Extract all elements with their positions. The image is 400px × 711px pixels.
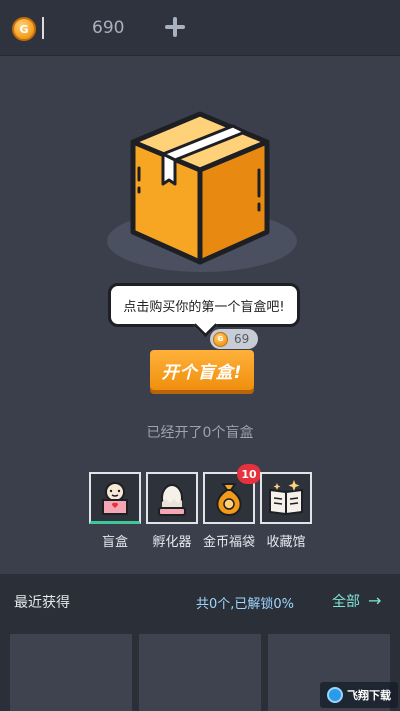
opened-count-text: 已经开了0个盲盒 [146,425,254,441]
coin-bag-icon [216,483,242,517]
top-bar: G 690 [0,0,400,56]
blind-box-doll-icon [102,481,128,515]
recent-title: 最近获得 [14,595,70,611]
coin-icon-letter: G [19,22,29,36]
category-collection[interactable]: 收藏馆 [260,472,312,550]
recent-header: 最近获得 共0个,已解锁0% 全部 → [0,574,400,626]
category-incubator[interactable]: 孵化器 [146,472,198,550]
recent-item-slot[interactable] [10,634,132,711]
category-tile [89,472,141,524]
category-coin-bag[interactable]: 10 金币福袋 [203,464,261,550]
arrow-right-icon: → [368,591,382,610]
collection-book-icon [269,480,303,516]
price-tag: G 69 [210,329,258,349]
category-blind-box[interactable]: 盲盒 [89,472,141,550]
speech-bubble: 点击购买你的第一个盲盒吧! [108,283,300,327]
view-all-link[interactable]: 全部 → [332,591,381,611]
view-all-label: 全部 [332,594,360,610]
egg-incubator-icon [158,484,186,516]
divider [42,17,44,39]
price-coin-icon: G [213,331,228,347]
watermark-logo-icon [327,687,343,703]
site-watermark: 飞翔下载 [320,682,398,708]
notification-badge: 10 [237,464,261,484]
category-tile [260,472,312,524]
category-tile: 10 [203,464,261,524]
price-value: 69 [234,332,250,346]
coin-balance: 690 [92,18,125,38]
recent-summary: 共0个,已解锁0% [196,597,295,612]
recent-item-slot[interactable] [139,634,261,711]
category-label: 收藏馆 [266,535,306,550]
speech-text: 点击购买你的第一个盲盒吧! [123,299,285,315]
mystery-box-icon [130,111,270,265]
gold-coin-icon: G [12,17,36,41]
watermark-text: 飞翔下载 [347,689,391,702]
price-coin-letter: G [217,335,224,343]
open-blind-box-button[interactable]: 开个盲盒! [150,350,254,390]
category-tile [146,472,198,524]
add-coins-button[interactable] [164,16,186,38]
